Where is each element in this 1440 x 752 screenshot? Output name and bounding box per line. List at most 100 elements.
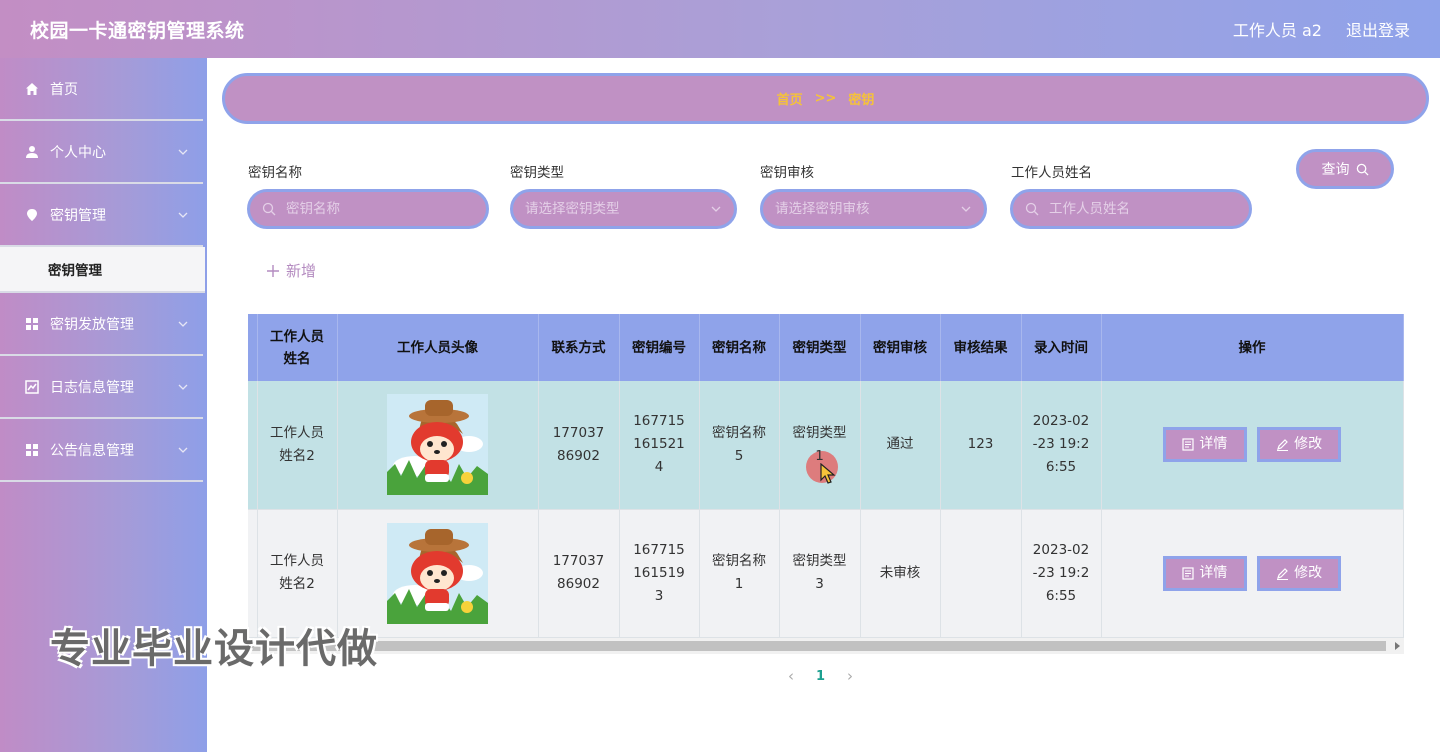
detail-label: 详情: [1199, 564, 1228, 581]
column-header: 工作人员头像: [337, 314, 539, 381]
selection-column-header: [248, 314, 258, 381]
detail-label: 详情: [1199, 436, 1228, 453]
chevron-down-icon: [178, 149, 188, 155]
edit-icon: [1277, 567, 1289, 580]
time-cell: 2023-02-23 19:26:55: [1021, 509, 1102, 638]
key-type-cell: 密钥类型3: [779, 509, 861, 638]
column-header: 操作: [1101, 314, 1404, 381]
key-type-input[interactable]: [525, 201, 706, 217]
time-cell: 2023-02-23 19:26:55: [1021, 381, 1102, 510]
sidebar-item-home[interactable]: 首页: [0, 58, 203, 121]
document-icon: [1182, 438, 1194, 451]
chevron-down-icon: [178, 447, 188, 453]
prev-page-button[interactable]: ‹: [788, 667, 794, 685]
search-label-key-audit: 密钥审核: [760, 165, 814, 181]
search-label-key-type: 密钥类型: [510, 165, 564, 181]
next-page-button[interactable]: ›: [847, 667, 853, 685]
table-row[interactable]: 工作人员姓名2: [248, 381, 1404, 510]
search-icon: [262, 202, 276, 216]
column-header: 密钥编号: [619, 314, 700, 381]
key-no-cell: 1677151615214: [619, 381, 700, 510]
plus-icon: [267, 264, 279, 277]
result-cell: 123: [940, 381, 1022, 510]
chevron-down-icon: [178, 212, 188, 218]
column-header: 审核结果: [940, 314, 1022, 381]
audit-cell: 未审核: [860, 509, 941, 638]
breadcrumb-separator: >>: [814, 91, 837, 106]
chart-icon: [24, 379, 40, 395]
staff-name-input[interactable]: [1049, 201, 1237, 217]
key-type-suffix: 1: [815, 447, 824, 464]
detail-button[interactable]: 详情: [1162, 555, 1247, 591]
current-user: 工作人员 a2: [1232, 21, 1322, 40]
sidebar-item-label: 密钥发放管理: [50, 316, 134, 333]
horizontal-scrollbar[interactable]: [248, 638, 1404, 654]
avatar: [387, 394, 488, 496]
key-type-select[interactable]: [510, 189, 737, 229]
chevron-down-icon: [711, 206, 721, 212]
key-audit-select[interactable]: [760, 189, 987, 229]
sidebar-item-notice-management[interactable]: 公告信息管理: [0, 419, 203, 482]
watermark-text: 专业毕业设计代做: [50, 626, 378, 672]
result-cell: [940, 509, 1022, 638]
sidebar-item-log-management[interactable]: 日志信息管理: [0, 356, 203, 419]
selection-cell: [248, 381, 258, 510]
column-header: 密钥类型: [779, 314, 861, 381]
key-type-text: 密钥类型: [792, 424, 847, 441]
key-audit-input[interactable]: [775, 201, 956, 217]
add-label: 新增: [286, 262, 317, 280]
column-header: 密钥名称: [699, 314, 780, 381]
sidebar-item-label: 首页: [50, 81, 78, 98]
query-button[interactable]: 查询: [1296, 149, 1394, 189]
sidebar-item-profile[interactable]: 个人中心: [0, 121, 203, 184]
user-icon: [24, 144, 40, 160]
key-name-input[interactable]: [286, 201, 474, 217]
edit-label: 修改: [1294, 564, 1323, 581]
column-header: 联系方式: [538, 314, 620, 381]
column-header: 密钥审核: [860, 314, 941, 381]
search-label-key-name: 密钥名称: [248, 165, 302, 181]
sidebar-item-label: 日志信息管理: [50, 379, 134, 396]
query-label: 查询: [1321, 162, 1350, 178]
phone-cell: 17703786902: [538, 509, 620, 638]
home-icon: [24, 81, 40, 97]
scroll-right-arrow-icon[interactable]: [1395, 642, 1400, 650]
column-header: 录入时间: [1021, 314, 1102, 381]
search-icon: [1025, 202, 1039, 216]
staff-name-search[interactable]: [1010, 189, 1252, 229]
actions-cell: 详情 修改: [1101, 381, 1404, 510]
logout-link[interactable]: 退出登录: [1346, 17, 1410, 41]
sidebar-item-key-distribution[interactable]: 密钥发放管理: [0, 293, 203, 356]
grid-icon: [24, 316, 40, 332]
key-no-cell: 1677151615193: [619, 509, 700, 638]
column-header: 工作人员姓名: [257, 314, 338, 381]
search-label-staff-name: 工作人员姓名: [1011, 165, 1092, 181]
key-type-cell: 密钥类型 1: [779, 381, 861, 510]
sidebar-item-label: 个人中心: [50, 144, 106, 161]
key-name-cell: 密钥名称1: [699, 509, 780, 638]
edit-label: 修改: [1294, 436, 1323, 453]
sidebar-item-key-management[interactable]: 密钥管理: [0, 184, 203, 247]
avatar: [387, 522, 488, 624]
edit-button[interactable]: 修改: [1257, 427, 1342, 463]
app-title: 校园一卡通密钥管理系统: [30, 19, 245, 42]
sidebar-item-label: 公告信息管理: [50, 442, 134, 459]
audit-cell: 通过: [860, 381, 941, 510]
table-row[interactable]: 工作人员姓名2: [248, 509, 1404, 638]
key-name-search[interactable]: [247, 189, 489, 229]
search-icon: [1356, 163, 1369, 176]
chevron-down-icon: [961, 206, 971, 212]
header-actions: 工作人员 a2 退出登录: [1233, 17, 1410, 41]
page-number[interactable]: 1: [816, 669, 825, 684]
location-icon: [24, 207, 40, 223]
document-icon: [1182, 566, 1194, 580]
detail-button[interactable]: 详情: [1162, 427, 1247, 463]
avatar-cell: [337, 381, 539, 510]
chevron-down-icon: [178, 321, 188, 327]
scroll-thumb[interactable]: [248, 641, 1386, 651]
breadcrumb-home[interactable]: 首页: [777, 89, 803, 108]
edit-icon: [1277, 439, 1289, 452]
submenu-key-management[interactable]: 密钥管理: [0, 247, 205, 293]
add-button[interactable]: 新增: [266, 260, 316, 281]
edit-button[interactable]: 修改: [1257, 555, 1342, 591]
